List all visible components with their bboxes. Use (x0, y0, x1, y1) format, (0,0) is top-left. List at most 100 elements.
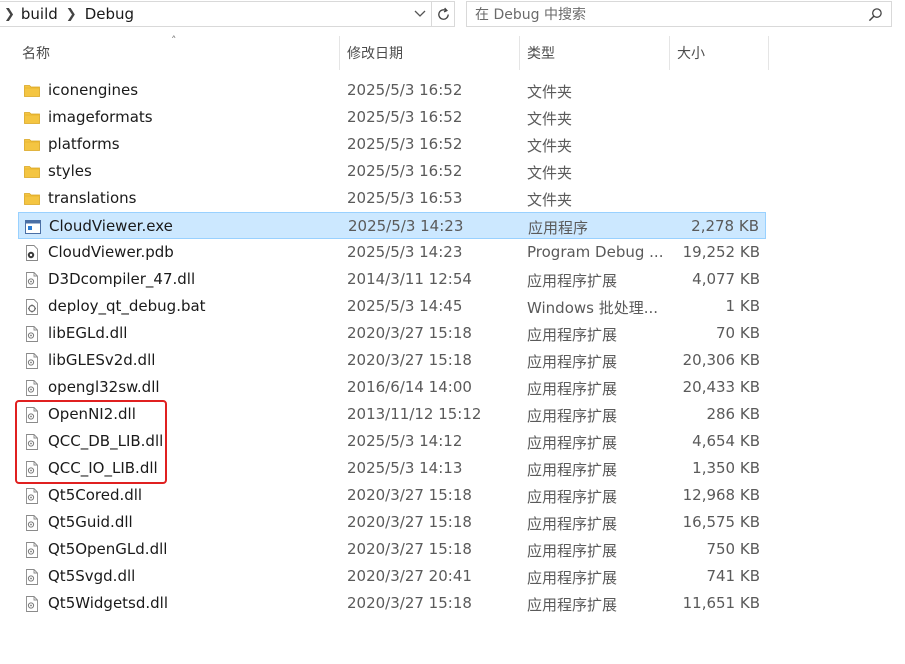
column-header: ˄ 名称 修改日期 类型 大小 (0, 34, 905, 70)
file-row[interactable]: OpenNI2.dll 2013/11/12 15:12 应用程序扩展 286 KB (18, 401, 766, 428)
file-size: 286 KB (706, 405, 760, 423)
file-row[interactable]: Qt5OpenGLd.dll 2020/3/27 15:18 应用程序扩展 750 K… (18, 536, 766, 563)
file-size: 4,654 KB (692, 432, 760, 450)
file-list: iconengines 2025/5/3 16:52 文件夹 imageformats… (18, 77, 766, 617)
file-name: styles (48, 162, 92, 180)
dll-icon (23, 433, 41, 451)
column-modified[interactable]: 修改日期 (347, 36, 403, 70)
file-row[interactable]: iconengines 2025/5/3 16:52 文件夹 (18, 77, 766, 104)
file-name: QCC_IO_LIB.dll (48, 459, 158, 477)
file-row[interactable]: CloudViewer.exe 2025/5/3 14:23 应用程序 2,278 K… (18, 212, 766, 239)
file-type: 应用程序扩展 (527, 407, 618, 425)
file-date: 2025/5/3 14:13 (347, 459, 463, 477)
dll-icon (23, 487, 41, 505)
file-name: imageformats (48, 108, 153, 126)
file-row[interactable]: opengl32sw.dll 2016/6/14 14:00 应用程序扩展 20,43… (18, 374, 766, 401)
file-row[interactable]: QCC_DB_LIB.dll 2025/5/3 14:12 应用程序扩展 4,654 … (18, 428, 766, 455)
dll-icon (23, 271, 41, 289)
file-type: 应用程序扩展 (527, 380, 618, 398)
file-date: 2025/5/3 14:45 (347, 297, 463, 315)
column-divider[interactable] (339, 36, 340, 70)
refresh-icon (437, 7, 449, 20)
file-date: 2025/5/3 16:52 (347, 108, 463, 126)
search-icon[interactable] (868, 7, 883, 22)
sort-ascending-icon: ˄ (171, 34, 177, 47)
file-row[interactable]: translations 2025/5/3 16:53 文件夹 (18, 185, 766, 212)
file-date: 2020/3/27 15:18 (347, 324, 472, 342)
top-bar: ❯ build ❯ Debug 在 Debug 中搜索 (0, 0, 905, 30)
column-type[interactable]: 类型 (527, 36, 555, 70)
folder-icon (23, 109, 41, 127)
file-size: 1,350 KB (692, 459, 760, 477)
pdb-icon (23, 244, 41, 262)
dll-icon (23, 541, 41, 559)
column-size[interactable]: 大小 (677, 36, 705, 70)
file-type: 应用程序扩展 (527, 515, 618, 533)
file-date: 2016/6/14 14:00 (347, 378, 472, 396)
address-bar[interactable]: ❯ build ❯ Debug (0, 1, 432, 27)
folder-icon (23, 190, 41, 208)
file-date: 2025/5/3 16:52 (347, 81, 463, 99)
file-name: Qt5OpenGLd.dll (48, 540, 168, 558)
file-type: 应用程序扩展 (527, 353, 618, 371)
column-name[interactable]: 名称 (22, 36, 50, 70)
file-type: 应用程序扩展 (527, 434, 618, 452)
breadcrumb-chevron-icon[interactable]: ❯ (4, 7, 15, 22)
file-name: Qt5Widgetsd.dll (48, 594, 169, 612)
file-size: 70 KB (716, 324, 760, 342)
file-row[interactable]: deploy_qt_debug.bat 2025/5/3 14:45 Windows… (18, 293, 766, 320)
dll-icon (23, 460, 41, 478)
column-divider[interactable] (669, 36, 670, 70)
file-date: 2025/5/3 16:52 (347, 162, 463, 180)
file-row[interactable]: libGLESv2d.dll 2020/3/27 15:18 应用程序扩展 20,30… (18, 347, 766, 374)
dll-icon (23, 379, 41, 397)
file-row[interactable]: Qt5Widgetsd.dll 2020/3/27 15:18 应用程序扩展 11,6… (18, 590, 766, 617)
dll-icon (23, 352, 41, 370)
search-box[interactable]: 在 Debug 中搜索 (466, 1, 892, 27)
file-type: 应用程序 (528, 219, 589, 237)
refresh-button[interactable] (432, 1, 455, 27)
file-name: OpenNI2.dll (48, 405, 136, 423)
file-name: opengl32sw.dll (48, 378, 160, 396)
file-size: 20,433 KB (682, 378, 760, 396)
file-name: libGLESv2d.dll (48, 351, 156, 369)
file-row[interactable]: Qt5Guid.dll 2020/3/27 15:18 应用程序扩展 16,575 K… (18, 509, 766, 536)
file-row[interactable]: D3Dcompiler_47.dll 2014/3/11 12:54 应用程序扩展 4… (18, 266, 766, 293)
file-name: Qt5Svgd.dll (48, 567, 136, 585)
file-row[interactable]: styles 2025/5/3 16:52 文件夹 (18, 158, 766, 185)
file-name: translations (48, 189, 137, 207)
file-row[interactable]: Qt5Cored.dll 2020/3/27 15:18 应用程序扩展 12,968 … (18, 482, 766, 509)
file-name: CloudViewer.pdb (48, 243, 174, 261)
breadcrumb-build[interactable]: build (21, 5, 58, 23)
file-size: 20,306 KB (682, 351, 760, 369)
file-type: 文件夹 (527, 83, 573, 101)
file-row[interactable]: imageformats 2025/5/3 16:52 文件夹 (18, 104, 766, 131)
file-size: 1 KB (725, 297, 760, 315)
file-date: 2025/5/3 16:52 (347, 135, 463, 153)
file-row[interactable]: Qt5Svgd.dll 2020/3/27 20:41 应用程序扩展 741 KB (18, 563, 766, 590)
dll-icon (23, 595, 41, 613)
folder-icon (23, 163, 41, 181)
column-divider[interactable] (768, 36, 769, 70)
file-type: 应用程序扩展 (527, 569, 618, 587)
file-row[interactable]: libEGLd.dll 2020/3/27 15:18 应用程序扩展 70 KB (18, 320, 766, 347)
file-type: 文件夹 (527, 164, 573, 182)
column-divider[interactable] (519, 36, 520, 70)
file-type: 应用程序扩展 (527, 326, 618, 344)
file-date: 2020/3/27 15:18 (347, 351, 472, 369)
file-name: libEGLd.dll (48, 324, 128, 342)
file-name: Qt5Guid.dll (48, 513, 133, 531)
file-type: Program Debug ... (527, 243, 664, 261)
file-size: 2,278 KB (691, 217, 759, 235)
file-type: 应用程序扩展 (527, 488, 618, 506)
address-dropdown-icon[interactable] (411, 5, 429, 23)
search-input[interactable]: 在 Debug 中搜索 (475, 4, 868, 24)
breadcrumb-debug[interactable]: Debug (85, 5, 134, 23)
file-type: 应用程序扩展 (527, 272, 618, 290)
file-row[interactable]: QCC_IO_LIB.dll 2025/5/3 14:13 应用程序扩展 1,350 … (18, 455, 766, 482)
file-row[interactable]: CloudViewer.pdb 2025/5/3 14:23 Program Deb… (18, 239, 766, 266)
file-size: 4,077 KB (692, 270, 760, 288)
file-row[interactable]: platforms 2025/5/3 16:52 文件夹 (18, 131, 766, 158)
file-size: 11,651 KB (682, 594, 760, 612)
breadcrumb-separator-icon[interactable]: ❯ (66, 7, 77, 22)
